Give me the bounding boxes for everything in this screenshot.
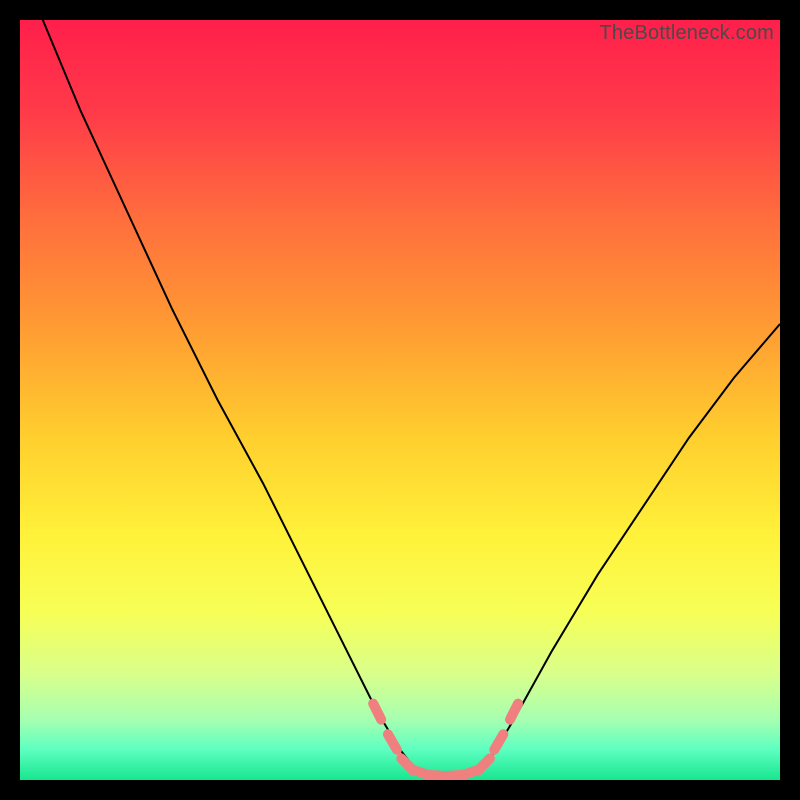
- chart-background: [20, 20, 780, 780]
- chart-frame: TheBottleneck.com: [20, 20, 780, 780]
- bottleneck-chart: [20, 20, 780, 780]
- watermark-text: TheBottleneck.com: [599, 22, 774, 45]
